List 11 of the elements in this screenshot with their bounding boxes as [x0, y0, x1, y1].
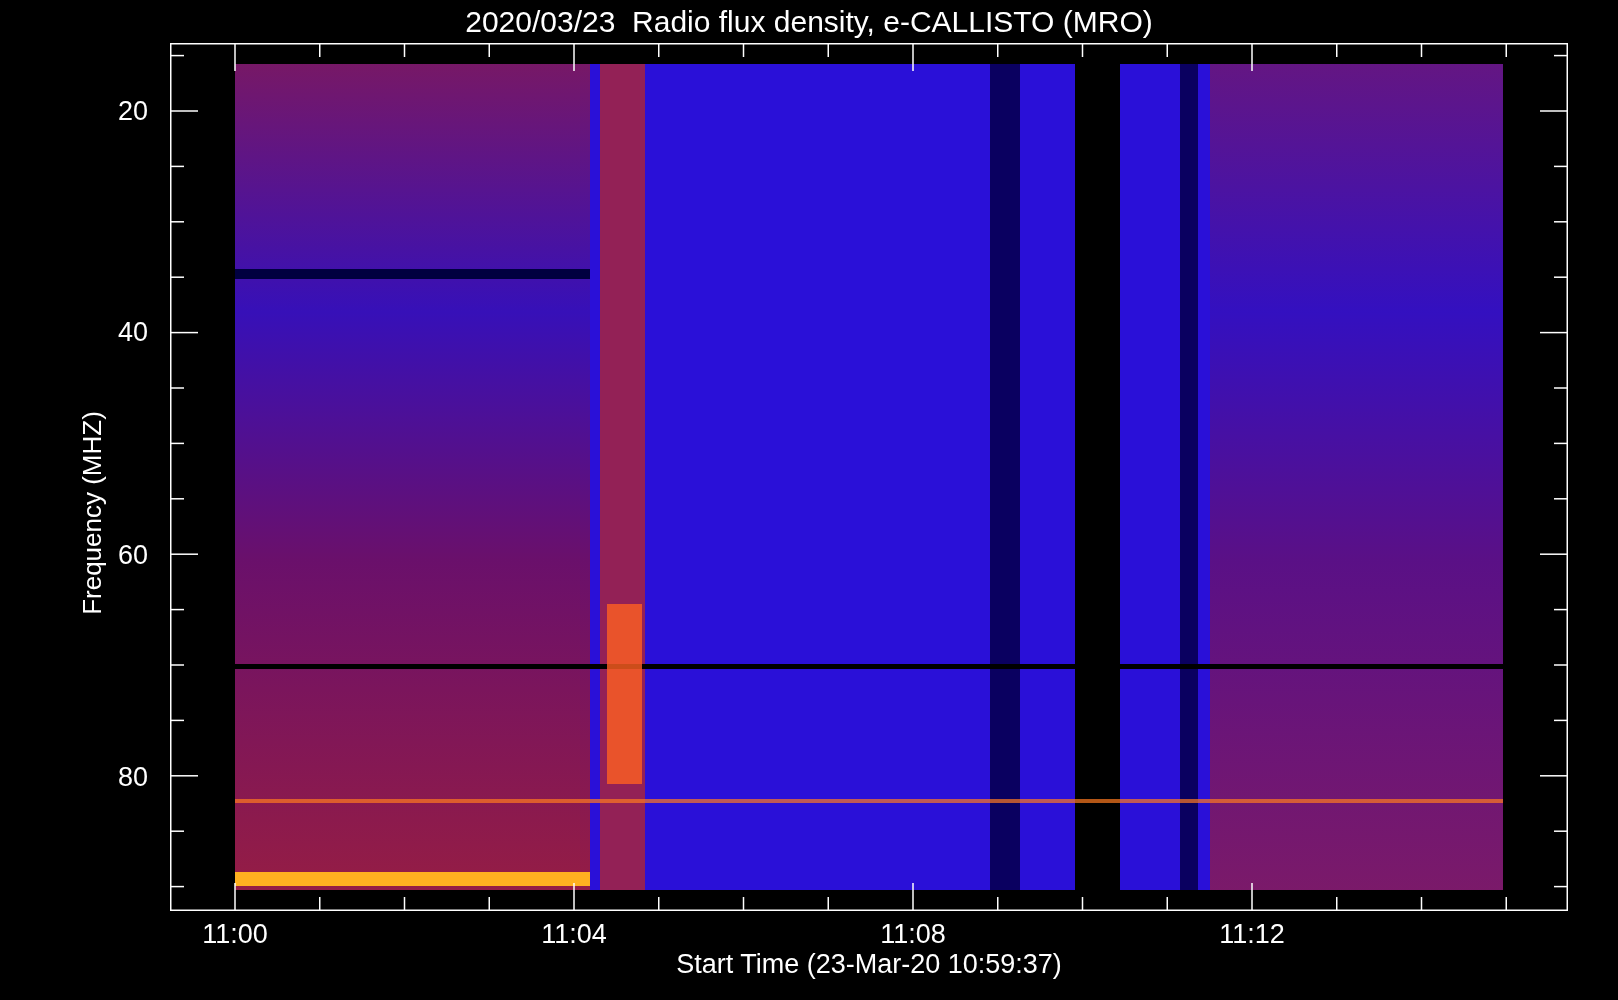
- y-tick-label: 60: [117, 541, 148, 569]
- x-tick-label: 11:00: [202, 921, 268, 948]
- y-tick-label: 40: [117, 318, 148, 346]
- x-tick-label: 11:12: [1219, 921, 1285, 948]
- y-tick-label: 80: [117, 763, 148, 791]
- x-tick-label: 11:04: [541, 921, 607, 948]
- chart-title: 2020/03/23 Radio flux density, e-CALLISTO (MRO): [465, 6, 1153, 37]
- y-axis-label: Frequency (MHZ): [79, 411, 105, 615]
- x-tick-label: 11:08: [880, 921, 946, 948]
- x-axis-label: Start Time (23-Mar-20 10:59:37): [676, 951, 1062, 978]
- y-tick-label: 20: [117, 97, 148, 125]
